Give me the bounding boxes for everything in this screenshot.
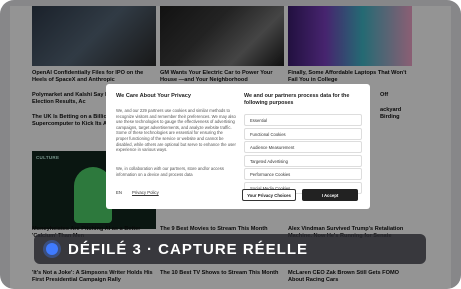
purposes-title: We and our partners process data for the… (244, 93, 350, 106)
purposes-list: Essential Functional Cookies Audience Me… (244, 114, 362, 196)
cookie-consent-dialog: We Care About Your Privacy We, and our 2… (106, 84, 370, 209)
capture-label: DÉFILÉ 3 · CAPTURE RÉELLE (68, 240, 309, 258)
consent-footer: EN Privacy Policy (116, 190, 159, 195)
consent-title: We Care About Your Privacy (116, 93, 192, 99)
language-selector[interactable]: EN (116, 190, 122, 195)
purpose-item[interactable]: Targeted Advertising (244, 154, 362, 167)
purpose-item[interactable]: Performance Cookies (244, 168, 362, 181)
privacy-policy-link[interactable]: Privacy Policy (132, 190, 159, 195)
accept-button[interactable]: I Accept (302, 189, 358, 201)
record-dot-icon (46, 243, 58, 255)
consent-body: We, and our 229 partners use cookies and… (116, 108, 236, 153)
purpose-item[interactable]: Audience Measurement (244, 141, 362, 154)
purpose-item[interactable]: Essential (244, 114, 362, 126)
capture-label-banner: DÉFILÉ 3 · CAPTURE RÉELLE (34, 234, 426, 264)
privacy-choices-button[interactable]: Your Privacy Choices (242, 189, 296, 201)
consent-body-2: We, in collaboration with our partners, … (116, 166, 224, 177)
purpose-item[interactable]: Functional Cookies (244, 127, 362, 140)
screenshot-frame: OpenAI Confidentially Files for IPO on t… (0, 0, 461, 289)
